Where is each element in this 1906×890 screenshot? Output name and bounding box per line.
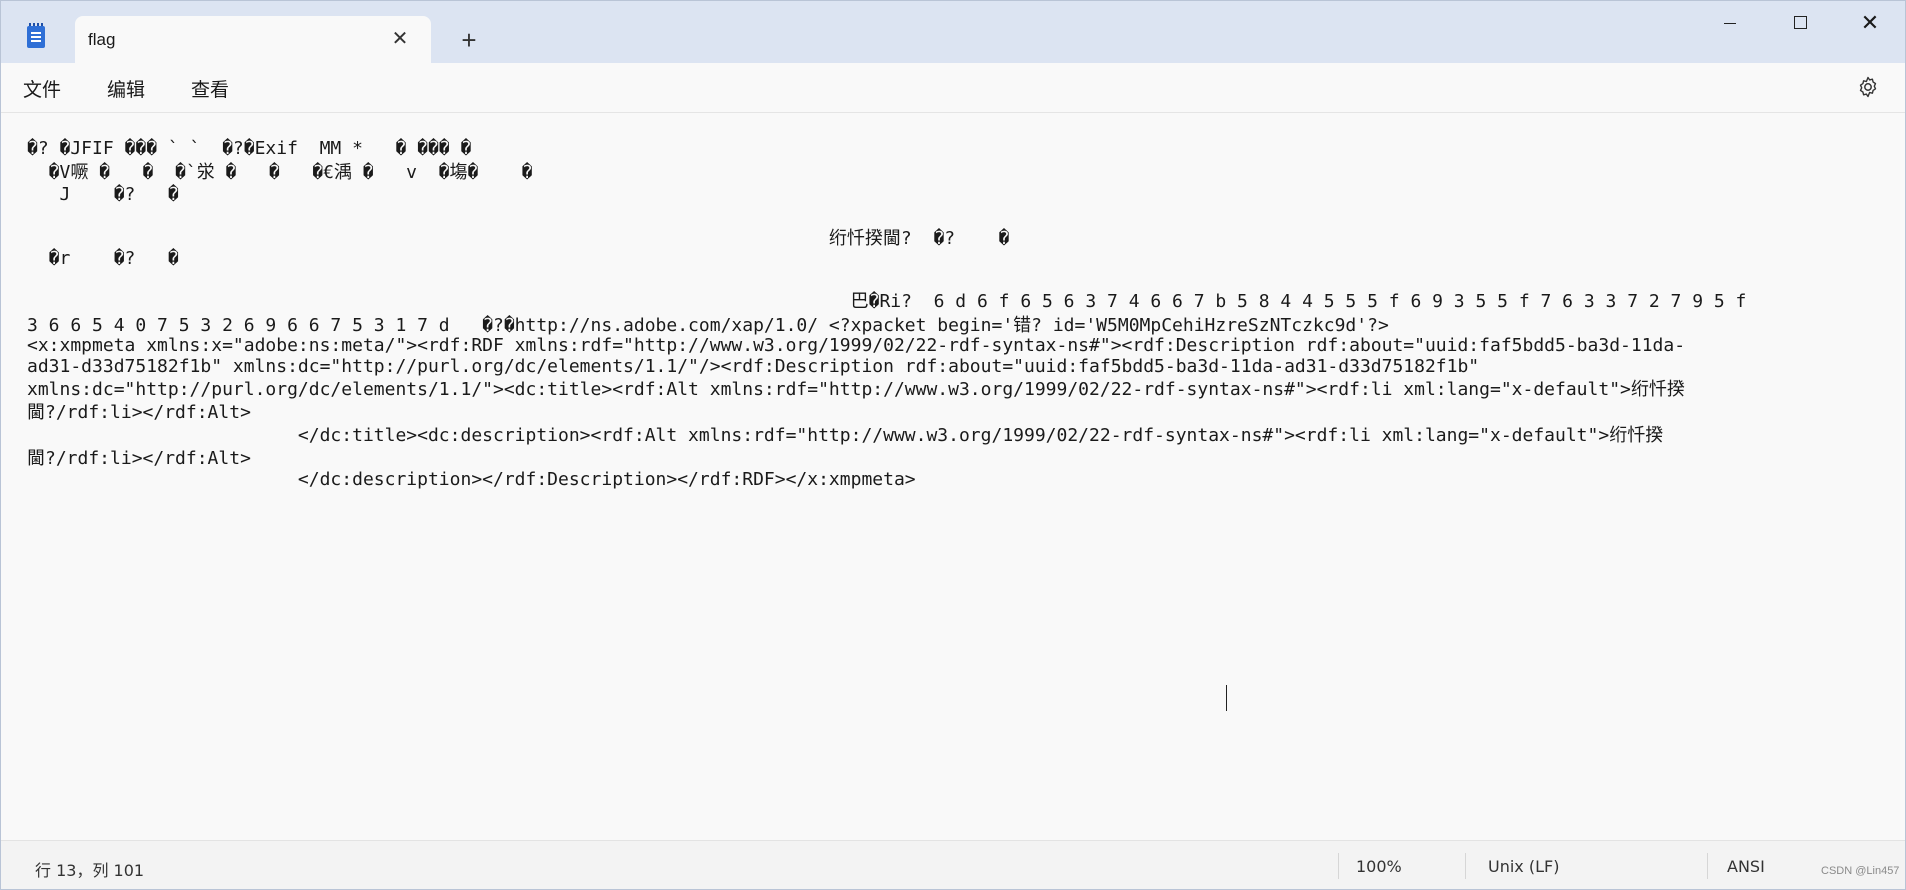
text-line: 巴�Ri? 6 d 6 f 6 5 6 3 7 4 6 6 7 b 5 8 4 … [27,291,1747,312]
status-divider [1338,853,1339,879]
text-line: </dc:description></rdf:Description></rdf… [27,469,916,490]
close-window-button[interactable]: ✕ [1835,1,1905,45]
status-divider [1465,853,1466,879]
text-line: �V噘 � � �`泶 � � �€渪 � v �塲� � [27,162,533,183]
cursor-position: 行 13，列 101 [35,861,145,880]
tab-flag[interactable]: flag ✕ [75,16,431,63]
text-line: xmlns:dc="http://purl.org/dc/elements/1.… [27,379,1685,400]
new-tab-button[interactable]: + [454,25,484,55]
menu-view[interactable]: 查看 [191,75,229,102]
minimize-button[interactable] [1695,1,1765,45]
title-bar: flag ✕ + ✕ [1,1,1905,63]
zoom-level[interactable]: 100% [1356,857,1402,876]
menu-file[interactable]: 文件 [23,75,61,102]
gear-icon[interactable] [1856,75,1880,99]
text-editor[interactable]: �? �JFIF ��� ` ` �?�Exif MM * � ��� � �V… [1,113,1905,840]
menu-edit[interactable]: 编辑 [107,75,145,102]
encoding[interactable]: ANSI [1727,857,1765,876]
text-caret [1226,685,1227,711]
notepad-window: flag ✕ + ✕ 文件 编辑 查看 �? �JFIF ��� ` ` �?�… [0,0,1906,890]
watermark: CSDN @Lin457 [1821,865,1900,877]
status-bar: 行 13，列 101 100% Unix (LF) ANSI CSDN @Lin… [1,840,1905,889]
tab-close-icon[interactable]: ✕ [387,26,413,52]
line-ending[interactable]: Unix (LF) [1488,857,1559,876]
text-line: �? �JFIF ��� ` ` �?�Exif MM * � ��� � [27,138,472,159]
notepad-icon [27,23,45,48]
text-line: 閫?/rdf:li></rdf:Alt> [27,402,251,423]
text-line: ad31-d33d75182f1b" xmlns:dc="http://purl… [27,356,1480,377]
text-line: �r �? � [27,248,179,269]
menu-bar: 文件 编辑 查看 [1,63,1905,113]
tab-title: flag [88,30,116,49]
maximize-button[interactable] [1765,1,1835,45]
text-line: </dc:title><dc:description><rdf:Alt xmln… [27,425,1664,446]
text-line: J �? � [27,184,179,205]
status-divider [1707,853,1708,879]
